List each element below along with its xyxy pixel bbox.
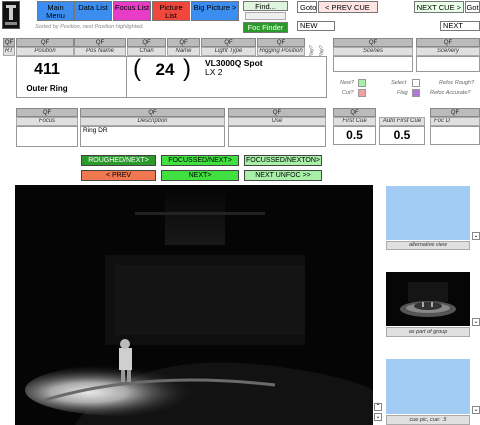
- description-label: Description: [80, 117, 225, 126]
- group-scroll-icon[interactable]: ⌄: [472, 318, 480, 326]
- focussed-nexton-button[interactable]: FOCUSSED/NEXTON>: [244, 155, 322, 166]
- pos-name-label: Pos Name: [74, 47, 126, 56]
- select-checkbox[interactable]: [412, 79, 420, 87]
- posname-qf-header: QF: [74, 38, 126, 47]
- cut-checkbox[interactable]: [358, 89, 366, 97]
- alternative-view-caption: alternative view: [386, 241, 470, 250]
- chan-open-paren: (: [133, 55, 141, 82]
- use-label: Use: [228, 117, 326, 126]
- scenes-label: Scenes: [333, 47, 413, 56]
- position-qf-header: QF: [16, 38, 74, 47]
- group-photo[interactable]: [386, 272, 470, 326]
- focussed-next-button[interactable]: FOCUSSED/NEXT>: [161, 155, 239, 166]
- cut-label: Cut?: [342, 90, 354, 96]
- first-cue-value: 0.5: [346, 128, 363, 142]
- find-field[interactable]: [245, 12, 286, 20]
- cue-pic-caption: cue pic, cue: .5: [386, 415, 470, 425]
- qf-header: QF: [3, 38, 15, 47]
- auto-first-cue-value: 0.5: [393, 128, 411, 142]
- light-type-label: Light Type: [201, 47, 256, 56]
- focus-field[interactable]: [16, 126, 78, 147]
- rigging-qf-header: QF: [257, 38, 305, 47]
- main-menu-button[interactable]: Main Menu: [37, 1, 74, 21]
- use-qf-header: QF: [228, 108, 326, 117]
- scenes-field[interactable]: [333, 56, 413, 72]
- rigging-position-value[interactable]: LX 2: [205, 67, 265, 77]
- scenery-field[interactable]: [416, 56, 480, 72]
- pos-name-value[interactable]: Outer Ring: [18, 84, 76, 93]
- prev-button[interactable]: < PREV: [81, 170, 156, 181]
- refoc-rough-label: Refoc Rough?: [439, 80, 475, 86]
- goto-button-2[interactable]: Got: [465, 1, 480, 13]
- first-cue-qf-header: QF: [333, 108, 376, 117]
- rt-label: RT: [3, 47, 15, 56]
- scenery-qf-header: QF: [416, 38, 480, 47]
- refoc-accurate-label: Refoc Accurate?: [430, 90, 471, 96]
- alt-view-scroll-icon[interactable]: ⌄: [472, 232, 480, 240]
- chan-qf-header: QF: [127, 38, 166, 47]
- foc-d-label: Foc D: [430, 117, 480, 126]
- next-button[interactable]: NEXT>: [161, 170, 239, 181]
- data-list-button[interactable]: Data List: [74, 1, 112, 21]
- select-label: Select: [391, 80, 407, 86]
- flag-label: Flag: [397, 90, 408, 96]
- scenes-qf-header: QF: [333, 38, 413, 47]
- alternative-view-placeholder[interactable]: [386, 186, 470, 240]
- focus-list-button[interactable]: Focus List: [113, 1, 151, 21]
- scroll-down-arrow-icon[interactable]: ⌄: [374, 413, 382, 421]
- field-divider: [126, 57, 127, 97]
- new-checkbox[interactable]: [358, 79, 366, 87]
- foc-d-qf-header: QF: [430, 108, 480, 117]
- scroll-up-arrow-icon[interactable]: ⌃: [374, 403, 382, 411]
- picture-list-button[interactable]: Picture List: [152, 1, 190, 21]
- foc-d-field[interactable]: [430, 126, 480, 145]
- prev-cue-button[interactable]: < PREV CUE: [318, 1, 378, 13]
- lighttype-qf-header: QF: [201, 38, 256, 47]
- theatre-logo-icon: [2, 1, 20, 29]
- flag-checkbox[interactable]: [412, 89, 420, 97]
- auto-first-cue-label: Auto First Cue: [379, 117, 425, 126]
- first-cue-label: First Cue: [333, 117, 376, 126]
- part-of-group-caption: as part of group: [386, 327, 470, 337]
- scenery-label: Scenery: [416, 47, 480, 56]
- focus-label: Focus: [16, 117, 78, 126]
- stage-photo: [15, 185, 373, 425]
- cue-pic-scroll-icon[interactable]: ⌄: [472, 406, 480, 414]
- new-only-toggle[interactable]: NEW only: [297, 21, 335, 31]
- use-field[interactable]: [228, 126, 326, 147]
- new-label: New?: [340, 80, 355, 86]
- focus-qf-header: QF: [16, 108, 78, 117]
- find-button[interactable]: Find...: [243, 1, 288, 11]
- chan-value[interactable]: 24: [150, 60, 180, 80]
- sort-note: Sorted by Position, next Position highli…: [35, 24, 144, 30]
- next-new-button[interactable]: NEXT new: [440, 21, 480, 31]
- description-qf-header: QF: [80, 108, 225, 117]
- next-unfoc-button[interactable]: NEXT UNFOC >>: [244, 170, 322, 181]
- position-value[interactable]: 411: [18, 61, 76, 79]
- foc-finder-button[interactable]: Foc Finder: [243, 22, 288, 33]
- name-qf-header: QF: [167, 38, 200, 47]
- goto-button[interactable]: Goto: [297, 1, 317, 13]
- big-picture-button[interactable]: Big Picture >: [191, 1, 239, 21]
- chan-close-paren: ): [183, 55, 191, 82]
- rigging-position-label: Rigging Position: [257, 47, 305, 56]
- cue-pic-placeholder[interactable]: [386, 359, 470, 414]
- next-cue-button[interactable]: NEXT CUE >: [414, 1, 464, 13]
- position-label: Position: [16, 47, 74, 56]
- roughed-next-button[interactable]: ROUGHED/NEXT>: [81, 155, 156, 166]
- description-value: Ring DR: [83, 127, 108, 134]
